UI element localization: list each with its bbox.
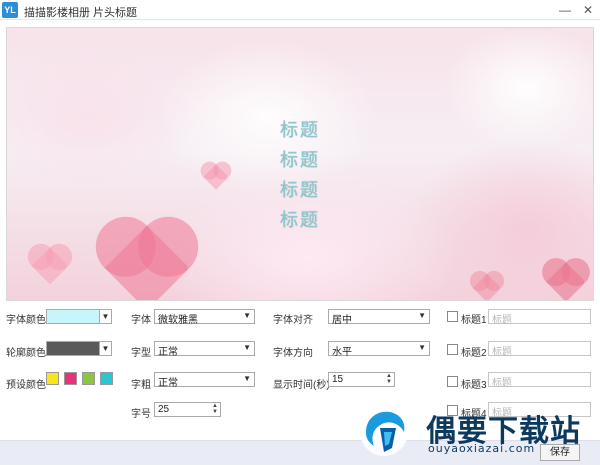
outline-color-label: 轮廓颜色 [6, 348, 46, 359]
align-label: 字体对齐 [273, 315, 313, 326]
preview-title-1: 标题 [280, 120, 320, 141]
title1-checkbox[interactable] [447, 311, 458, 322]
font-family-value: 微软雅黑 [158, 315, 198, 326]
font-weight-select[interactable]: 正常 ▼ [154, 372, 255, 389]
watermark: 偶要下载站 ouyaoxiazai.com [352, 398, 598, 462]
font-size-stepper[interactable]: 25 ▲ ▼ [154, 402, 221, 417]
chevron-down-icon[interactable]: ▼ [99, 309, 112, 324]
duration-stepper[interactable]: 15 ▲ ▼ [328, 372, 395, 387]
title1-placeholder: 标题 [492, 315, 512, 326]
heart-decoration [546, 262, 586, 300]
title2-input[interactable]: 标题 [488, 341, 591, 358]
font-color-label: 字体颜色 [6, 315, 46, 326]
chevron-down-icon: ▼ [243, 343, 251, 352]
preview-titles: 标题 标题 标题 标题 [7, 116, 593, 236]
font-size-value: 25 [158, 404, 170, 415]
title3-placeholder: 标题 [492, 378, 512, 389]
font-weight-value: 正常 [158, 378, 178, 389]
title3-label: 标题3 [461, 380, 487, 391]
direction-label: 字体方向 [273, 348, 313, 359]
close-icon[interactable]: ✕ [575, 0, 600, 20]
heart-decoration [31, 247, 69, 285]
title3-input[interactable]: 标题 [488, 372, 591, 389]
title2-placeholder: 标题 [492, 347, 512, 358]
chevron-down-icon: ▼ [418, 343, 426, 352]
preview-title-4: 标题 [280, 210, 320, 231]
font-family-label: 字体 [131, 315, 151, 326]
spin-arrows-icon[interactable]: ▲ ▼ [212, 403, 218, 415]
font-weight-label: 字粗 [131, 380, 151, 391]
heart-decoration [104, 225, 190, 300]
preview-canvas: 标题 标题 标题 标题 [6, 27, 594, 301]
title2-label: 标题2 [461, 348, 487, 359]
font-family-select[interactable]: 微软雅黑 ▼ [154, 309, 255, 326]
preview-title-2: 标题 [280, 150, 320, 171]
chevron-down-icon: ▼ [243, 374, 251, 383]
align-value: 居中 [332, 315, 352, 326]
chevron-down-icon: ▼ [243, 311, 251, 320]
preset-color-label: 预设颜色 [6, 380, 46, 391]
title2-checkbox[interactable] [447, 344, 458, 355]
font-style-value: 正常 [158, 347, 178, 358]
align-select[interactable]: 居中 ▼ [328, 309, 430, 326]
direction-select[interactable]: 水平 ▼ [328, 341, 430, 358]
window-title: 描描影楼相册 片头标题 [24, 7, 138, 19]
direction-value: 水平 [332, 347, 352, 358]
preset-color-pink[interactable] [64, 372, 77, 385]
preview-title-3: 标题 [280, 180, 320, 201]
app-logo: YL [2, 2, 18, 18]
duration-label: 显示时间(秒) [273, 380, 330, 391]
title1-label: 标题1 [461, 315, 487, 326]
chevron-down-icon[interactable]: ▼ [99, 341, 112, 356]
title3-checkbox[interactable] [447, 376, 458, 387]
preset-color-yellow[interactable] [46, 372, 59, 385]
title-bar: YL 描描影楼相册 片头标题 — ✕ [0, 0, 600, 20]
spin-arrows-icon[interactable]: ▲ ▼ [386, 373, 392, 385]
font-size-label: 字号 [131, 409, 151, 420]
preset-color-green[interactable] [82, 372, 95, 385]
title1-input[interactable]: 标题 [488, 309, 591, 326]
watermark-logo [360, 408, 408, 456]
preset-color-cyan[interactable] [100, 372, 113, 385]
watermark-url: ouyaoxiazai.com [428, 442, 536, 455]
font-style-label: 字型 [131, 348, 151, 359]
chevron-down-icon: ▼ [418, 311, 426, 320]
font-style-select[interactable]: 正常 ▼ [154, 341, 255, 358]
duration-value: 15 [332, 374, 344, 385]
heart-decoration [472, 273, 502, 300]
